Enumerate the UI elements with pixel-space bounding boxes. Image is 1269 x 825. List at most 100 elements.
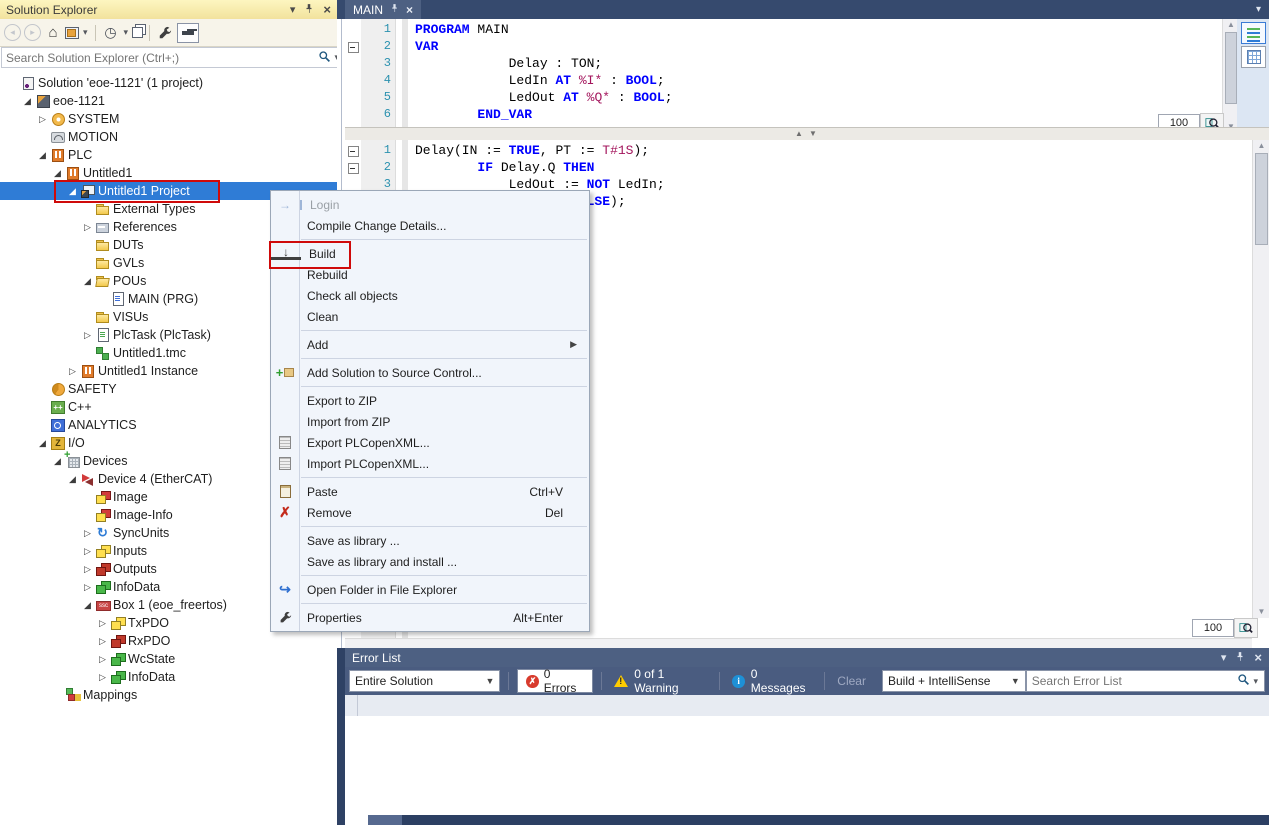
menu-item-rebuild[interactable]: Rebuild [271,264,589,285]
messages-filter-button[interactable]: i 0 Messages [728,667,816,695]
menu-item-import-plcopenxml[interactable]: Import PLCopenXML... [271,453,589,474]
expander-collapsed-icon[interactable]: ▷ [36,114,49,125]
search-solution-explorer-input[interactable]: Search Solution Explorer (Ctrl+;) ▾ [1,47,345,68]
tree-item-eoe-1121[interactable]: ◢eoe-1121 [0,92,337,110]
pin-icon[interactable] [390,3,399,16]
menu-item-properties[interactable]: PropertiesAlt+Enter [271,607,589,628]
pin-icon[interactable] [1235,651,1245,664]
zoom-level-input[interactable]: 100 [1192,619,1234,637]
code-line[interactable]: 2 IF Delay.Q THEN [345,159,1269,176]
menu-item-export-plcopenxml[interactable]: Export PLCopenXML... [271,432,589,453]
expander-expanded-icon[interactable]: ◢ [21,96,34,107]
tree-item-solution-eoe-1121-1-project[interactable]: Solution 'eoe-1121' (1 project) [0,74,337,92]
expander-collapsed-icon[interactable]: ▷ [81,330,94,341]
expander-expanded-icon[interactable]: ◢ [66,186,79,197]
tree-item-infodata[interactable]: ▷InfoData [0,668,337,686]
expander-collapsed-icon[interactable]: ▷ [81,582,94,593]
tree-item-wcstate[interactable]: ▷WcState [0,650,337,668]
window-dropdown-icon[interactable]: ▾ [1221,653,1227,663]
expander-collapsed-icon[interactable]: ▷ [81,528,94,539]
bottom-horizontal-scrollbar[interactable] [368,815,1269,825]
scrollbar-thumb[interactable] [1225,32,1237,104]
home-icon[interactable] [44,24,62,42]
expander-collapsed-icon[interactable]: ▷ [96,618,109,629]
expander-expanded-icon[interactable]: ◢ [81,276,94,287]
menu-item-import-from-zip[interactable]: Import from ZIP [271,411,589,432]
properties-icon[interactable] [156,24,174,42]
menu-item-check-all-objects[interactable]: Check all objects [271,285,589,306]
code-line[interactable]: 4 LedIn AT %I* : BOOL; [345,72,1269,89]
code-line[interactable]: 1Delay(IN := TRUE, PT := T#1S); [345,142,1269,159]
expander-collapsed-icon[interactable]: ▷ [81,564,94,575]
menu-item-compile-change-details[interactable]: Compile Change Details... [271,215,589,236]
expander-expanded-icon[interactable]: ◢ [51,456,64,467]
build-filter-dropdown[interactable]: Build + IntelliSense ▼ [882,670,1026,692]
menu-item-remove[interactable]: ✗RemoveDel [271,502,589,523]
menu-item-login[interactable]: →Login [271,194,589,215]
menu-item-add-solution-to-source-control[interactable]: +Add Solution to Source Control... [271,362,589,383]
table-view-button[interactable] [1241,46,1266,68]
search-icon[interactable] [318,50,331,66]
tab-main[interactable]: MAIN × [345,0,421,19]
clear-button[interactable]: Clear [837,674,866,688]
close-icon[interactable]: × [323,5,331,15]
expander-expanded-icon[interactable]: ◢ [36,150,49,161]
menu-item-export-to-zip[interactable]: Export to ZIP [271,390,589,411]
search-dropdown-icon[interactable]: ▾ [1253,676,1258,687]
implementation-vertical-scrollbar[interactable]: ▲ ▼ [1252,140,1269,618]
scroll-up-icon[interactable]: ▲ [1253,140,1269,152]
back-icon[interactable]: ◂ [4,24,21,41]
tree-item-plc[interactable]: ◢PLC [0,146,337,164]
code-line[interactable]: 1PROGRAM MAIN [345,21,1269,38]
menu-item-save-as-library-and-install[interactable]: Save as library and install ... [271,551,589,572]
warnings-filter-button[interactable]: 0 of 1 Warning [610,667,711,695]
tree-item-untitled1[interactable]: ◢Untitled1 [0,164,337,182]
expander-collapsed-icon[interactable]: ▷ [96,672,109,683]
expander-collapsed-icon[interactable]: ▷ [96,654,109,665]
scrollbar-thumb[interactable] [1255,153,1268,245]
menu-item-save-as-library[interactable]: Save as library ... [271,530,589,551]
switch-views-icon[interactable] [65,27,79,39]
splitter-up-icon[interactable]: ▲ [795,129,803,138]
menu-item-build[interactable]: ↓Build [271,243,589,264]
preview-selected-items-icon[interactable] [177,23,199,43]
code-line[interactable]: 2VAR [345,38,1269,55]
code-line[interactable]: 5 LedOut AT %Q* : BOOL; [345,89,1269,106]
expander-collapsed-icon[interactable]: ▷ [66,366,79,377]
pending-changes-icon[interactable] [102,24,120,42]
splitter-down-icon[interactable]: ▼ [809,129,817,138]
code-line[interactable]: 6 END_VAR [345,106,1269,123]
expander-collapsed-icon[interactable]: ▷ [81,222,94,233]
tree-item-motion[interactable]: MOTION [0,128,337,146]
search-icon[interactable] [1237,673,1250,689]
window-dropdown-icon[interactable]: ▾ [290,5,296,15]
menu-item-paste[interactable]: PasteCtrl+V [271,481,589,502]
tree-item-system[interactable]: ▷SYSTEM [0,110,337,128]
expander-expanded-icon[interactable]: ◢ [66,474,79,485]
tab-list-dropdown-icon[interactable]: ▾ [1256,4,1261,15]
close-icon[interactable]: × [406,3,413,17]
tree-item-mappings[interactable]: Mappings [0,686,337,704]
expander-collapsed-icon[interactable]: ▷ [96,636,109,647]
expander-collapsed-icon[interactable]: ▷ [81,546,94,557]
forward-icon[interactable]: ▸ [24,24,41,41]
pin-icon[interactable] [304,3,314,16]
menu-item-clean[interactable]: Clean [271,306,589,327]
scope-dropdown[interactable]: Entire Solution ▼ [349,670,500,692]
menu-item-open-folder-in-file-explorer[interactable]: ↪Open Folder in File Explorer [271,579,589,600]
scroll-down-icon[interactable]: ▼ [1253,606,1269,618]
sync-active-document-icon[interactable] [132,27,143,38]
errors-filter-button[interactable]: ✗ 0 Errors [517,669,593,693]
text-view-button[interactable] [1241,22,1266,44]
expander-expanded-icon[interactable]: ◢ [81,600,94,611]
dropdown-icon[interactable]: ▾ [124,27,129,38]
zoom-magnifier-icon[interactable] [1234,618,1258,638]
dropdown-icon[interactable]: ▾ [83,27,88,38]
close-icon[interactable]: × [1254,653,1262,663]
menu-item-add[interactable]: Add▶ [271,334,589,355]
editor-declaration-pane[interactable]: 1PROGRAM MAIN2VAR3 Delay : TON;4 LedIn A… [345,19,1269,127]
expander-expanded-icon[interactable]: ◢ [51,168,64,179]
search-error-list-input[interactable]: Search Error List ▾ [1026,670,1265,692]
tree-item-rxpdo[interactable]: ▷RxPDO [0,632,337,650]
code-line[interactable]: 3 Delay : TON; [345,55,1269,72]
